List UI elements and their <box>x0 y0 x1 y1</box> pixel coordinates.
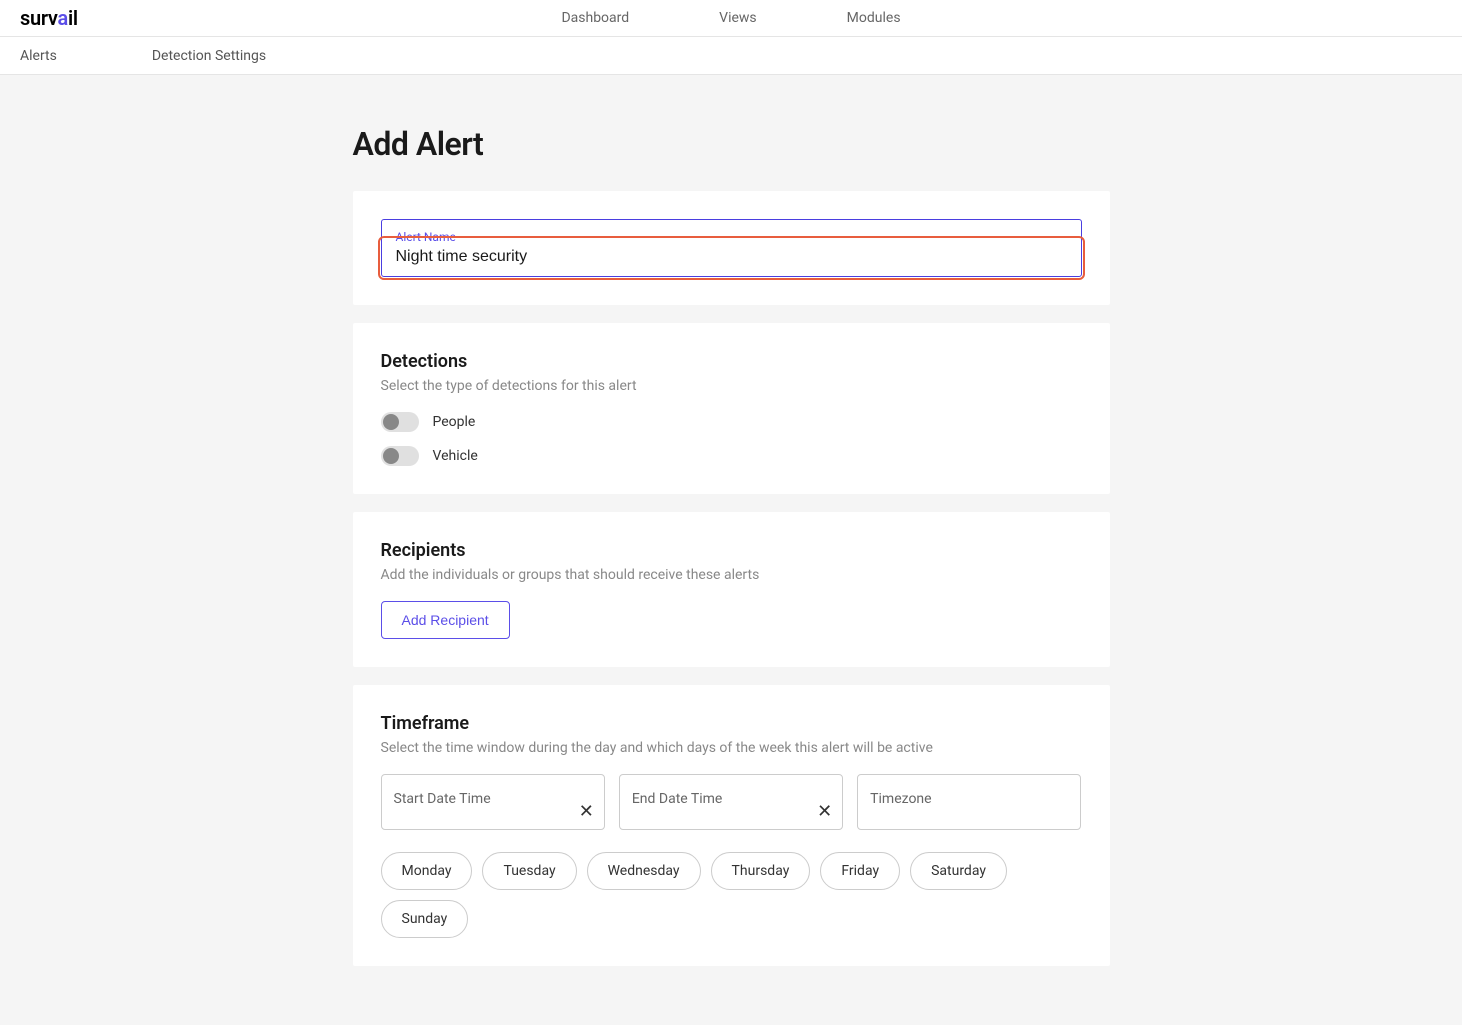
toggle-row-people: People <box>381 412 1082 432</box>
timeframe-card: Timeframe Select the time window during … <box>353 685 1110 966</box>
timeframe-desc: Select the time window during the day an… <box>381 740 1082 756</box>
start-date-time-label: Start Date Time <box>394 791 491 807</box>
timezone-input[interactable]: Timezone <box>857 774 1081 830</box>
tab-detection-settings[interactable]: Detection Settings <box>152 48 266 64</box>
sub-nav: Alerts Detection Settings <box>0 37 1462 75</box>
nav-modules[interactable]: Modules <box>847 10 901 26</box>
recipients-desc: Add the individuals or groups that shoul… <box>381 567 1082 583</box>
day-chip-monday[interactable]: Monday <box>381 852 473 890</box>
logo[interactable]: survail <box>20 6 78 30</box>
recipients-title: Recipients <box>381 540 1082 561</box>
detections-title: Detections <box>381 351 1082 372</box>
day-chip-sunday[interactable]: Sunday <box>381 900 469 938</box>
time-inputs: Start Date Time ✕ End Date Time ✕ Timezo… <box>381 774 1082 830</box>
start-date-time-input[interactable]: Start Date Time ✕ <box>381 774 605 830</box>
nav-dashboard[interactable]: Dashboard <box>561 10 629 26</box>
alert-name-field[interactable]: Alert Name <box>381 219 1082 277</box>
toggle-vehicle[interactable] <box>381 446 419 466</box>
toggle-label-vehicle: Vehicle <box>433 448 478 464</box>
alert-name-input[interactable] <box>396 248 1067 266</box>
toggle-people[interactable] <box>381 412 419 432</box>
detections-desc: Select the type of detections for this a… <box>381 378 1082 394</box>
day-chip-tuesday[interactable]: Tuesday <box>482 852 576 890</box>
toggle-knob <box>383 414 399 430</box>
toggle-knob <box>383 448 399 464</box>
nav-views[interactable]: Views <box>719 10 757 26</box>
page-title: Add Alert <box>353 125 1110 163</box>
day-chip-thursday[interactable]: Thursday <box>711 852 811 890</box>
tab-alerts[interactable]: Alerts <box>20 48 57 64</box>
top-nav: survail Dashboard Views Modules <box>0 0 1462 37</box>
toggle-row-vehicle: Vehicle <box>381 446 1082 466</box>
day-chip-saturday[interactable]: Saturday <box>910 852 1007 890</box>
logo-accent: a <box>58 6 68 30</box>
clear-start-icon[interactable]: ✕ <box>579 803 594 821</box>
logo-post: il <box>68 6 78 30</box>
alert-name-card: Alert Name <box>353 191 1110 305</box>
end-date-time-input[interactable]: End Date Time ✕ <box>619 774 843 830</box>
toggle-label-people: People <box>433 414 476 430</box>
timezone-label: Timezone <box>870 791 931 807</box>
clear-end-icon[interactable]: ✕ <box>817 803 832 821</box>
add-recipient-button[interactable]: Add Recipient <box>381 601 510 639</box>
end-date-time-label: End Date Time <box>632 791 723 807</box>
timeframe-title: Timeframe <box>381 713 1082 734</box>
top-nav-links: Dashboard Views Modules <box>561 10 900 26</box>
recipients-card: Recipients Add the individuals or groups… <box>353 512 1110 667</box>
day-chip-wednesday[interactable]: Wednesday <box>587 852 701 890</box>
days-row: Monday Tuesday Wednesday Thursday Friday… <box>381 852 1082 938</box>
page-content: Add Alert Alert Name Detections Select t… <box>353 75 1110 966</box>
alert-name-label: Alert Name <box>396 230 1067 244</box>
logo-pre: surv <box>20 6 58 30</box>
detections-card: Detections Select the type of detections… <box>353 323 1110 494</box>
day-chip-friday[interactable]: Friday <box>820 852 900 890</box>
